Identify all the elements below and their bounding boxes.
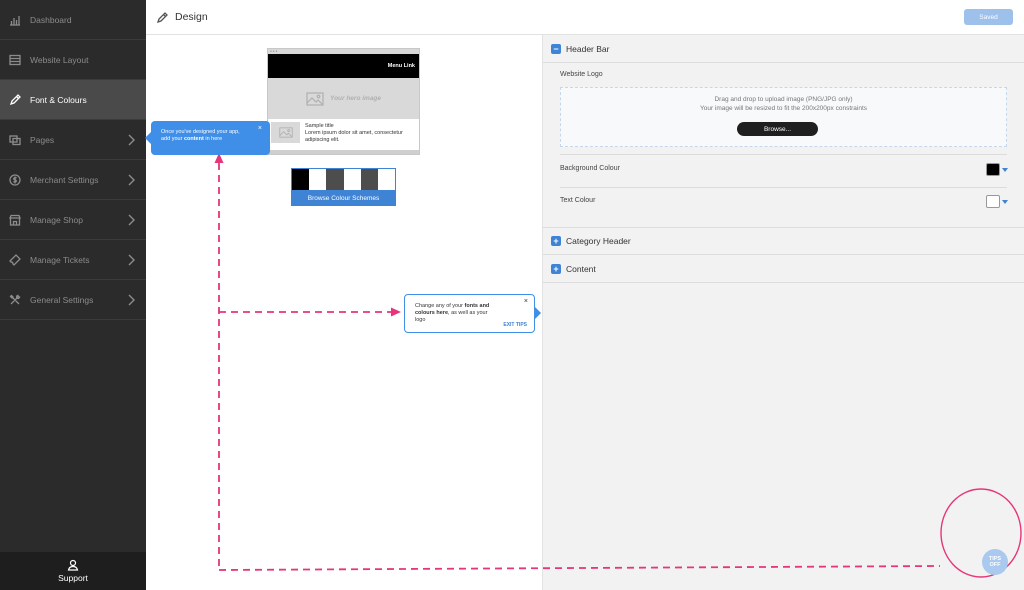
background-colour-picker[interactable] bbox=[986, 163, 1000, 176]
sidebar: Dashboard Website Layout Font & Colours … bbox=[0, 0, 146, 590]
tip-text: add your bbox=[161, 136, 184, 142]
browse-button[interactable]: Browse... bbox=[737, 122, 818, 136]
pencil-icon bbox=[9, 93, 21, 106]
text-colour-label: Text Colour bbox=[560, 197, 596, 204]
colour-swatch[interactable] bbox=[343, 169, 361, 190]
background-colour-label: Background Colour bbox=[560, 165, 620, 172]
section-content[interactable]: + Content bbox=[543, 255, 1024, 283]
tip-text-bold: fonts and bbox=[464, 303, 490, 309]
settings-panel: − Header Bar Website Logo Drag and drop … bbox=[542, 35, 1024, 590]
tip-pointer bbox=[535, 307, 541, 319]
dropzone-instructions: Drag and drop to upload image (PNG/JPG o… bbox=[714, 96, 853, 103]
sidebar-item-font-colours[interactable]: Font & Colours bbox=[0, 80, 146, 120]
chevron-right-icon bbox=[126, 253, 136, 267]
colour-swatch[interactable] bbox=[326, 169, 344, 190]
section-title: Category Header bbox=[566, 236, 631, 246]
sidebar-item-label: Merchant Settings bbox=[30, 174, 99, 185]
dollar-icon bbox=[9, 173, 21, 186]
tips-off-button[interactable]: TIPS OFF bbox=[982, 549, 1008, 575]
sidebar-item-label: General Settings bbox=[30, 294, 94, 305]
pages-icon bbox=[9, 134, 21, 146]
chevron-right-icon bbox=[126, 213, 136, 227]
close-icon[interactable]: × bbox=[258, 125, 262, 132]
page-title: Design bbox=[175, 11, 208, 23]
sidebar-item-label: Pages bbox=[30, 134, 55, 145]
collapse-icon[interactable]: − bbox=[551, 43, 561, 54]
preview-card-title: Sample title bbox=[305, 123, 334, 129]
colour-swatch[interactable] bbox=[309, 169, 327, 190]
sidebar-item-label: Website Layout bbox=[30, 54, 89, 65]
tip-pointer bbox=[145, 132, 151, 144]
tip-text-bold: colours here bbox=[415, 310, 449, 316]
sidebar-item-dashboard[interactable]: Dashboard bbox=[0, 0, 146, 40]
shop-icon bbox=[9, 214, 21, 226]
section-title: Header Bar bbox=[566, 43, 610, 54]
tip-text: Once you've designed your app, bbox=[161, 129, 240, 135]
sidebar-item-label: Font & Colours bbox=[30, 94, 87, 105]
chevron-down-icon[interactable] bbox=[1002, 200, 1008, 204]
preview-card-thumbnail bbox=[271, 122, 300, 143]
sidebar-item-label: Manage Shop bbox=[30, 214, 83, 225]
tip-content-callout: × Once you've designed your app, add you… bbox=[145, 121, 270, 155]
preview-content-card: Sample title Lorem ipsum dolor sit amet,… bbox=[268, 119, 419, 150]
website-logo-label: Website Logo bbox=[560, 71, 603, 78]
sidebar-item-manage-shop[interactable]: Manage Shop bbox=[0, 200, 146, 240]
dropzone-constraints: Your image will be resized to fit the 20… bbox=[699, 105, 868, 112]
preview-menu-link: Menu Link bbox=[387, 63, 415, 69]
preview-card-body: Lorem ipsum dolor sit amet, consectetur … bbox=[305, 130, 403, 143]
preview-hero: Your hero image bbox=[268, 78, 419, 119]
hero-placeholder-text: Your hero image bbox=[329, 95, 382, 102]
expand-icon[interactable]: + bbox=[551, 263, 561, 274]
tip-text: in here bbox=[203, 136, 223, 142]
tips-off-label: OFF bbox=[989, 562, 1001, 568]
chevron-down-icon[interactable] bbox=[1002, 168, 1008, 172]
sidebar-item-label: Dashboard bbox=[30, 14, 72, 25]
ticket-icon bbox=[9, 253, 21, 266]
preview-header-bar[interactable]: Menu Link bbox=[268, 54, 419, 78]
browse-colour-schemes-button[interactable]: Browse Colour Schemes bbox=[292, 190, 395, 206]
colour-swatch[interactable] bbox=[377, 169, 396, 190]
top-bar: Design Saved bbox=[146, 0, 1024, 35]
tip-text: logo bbox=[415, 317, 426, 323]
chevron-right-icon bbox=[126, 293, 136, 307]
chevron-right-icon bbox=[126, 173, 136, 187]
support-label: Support bbox=[58, 573, 88, 583]
colour-swatch[interactable] bbox=[292, 169, 310, 190]
dashboard-icon bbox=[9, 14, 21, 26]
tip-fonts-callout: × Change any of your fonts and colours h… bbox=[404, 294, 541, 333]
text-colour-picker[interactable] bbox=[986, 195, 1000, 208]
saved-button[interactable]: Saved bbox=[964, 9, 1013, 25]
section-category-header[interactable]: + Category Header bbox=[543, 227, 1024, 255]
user-icon bbox=[67, 559, 79, 571]
divider bbox=[560, 187, 1007, 188]
tools-icon bbox=[9, 294, 21, 306]
section-title: Content bbox=[566, 263, 596, 274]
expand-icon[interactable]: + bbox=[551, 236, 561, 246]
app-preview[interactable]: ●●● Menu Link Your hero image Sample tit… bbox=[267, 48, 420, 155]
tip-text-bold: content bbox=[183, 136, 204, 142]
support-button[interactable]: Support bbox=[0, 552, 146, 590]
exit-tips-link[interactable]: EXIT TIPS bbox=[503, 322, 527, 329]
preview-footer bbox=[268, 150, 419, 154]
sidebar-item-website-layout[interactable]: Website Layout bbox=[0, 40, 146, 80]
close-icon[interactable]: × bbox=[524, 298, 528, 305]
colour-swatches bbox=[292, 169, 396, 190]
image-icon bbox=[278, 127, 293, 138]
sidebar-item-label: Manage Tickets bbox=[30, 254, 90, 265]
tip-text: , as well as your bbox=[448, 310, 488, 316]
layout-icon bbox=[9, 54, 21, 66]
image-icon bbox=[306, 91, 324, 106]
tip-text: Change any of your bbox=[415, 303, 465, 309]
sidebar-item-merchant-settings[interactable]: Merchant Settings bbox=[0, 160, 146, 200]
colour-scheme-picker[interactable]: Browse Colour Schemes bbox=[291, 168, 396, 206]
logo-dropzone[interactable]: Drag and drop to upload image (PNG/JPG o… bbox=[560, 87, 1007, 147]
sidebar-item-general-settings[interactable]: General Settings bbox=[0, 280, 146, 320]
colour-swatch[interactable] bbox=[360, 169, 378, 190]
sidebar-item-manage-tickets[interactable]: Manage Tickets bbox=[0, 240, 146, 280]
pencil-icon bbox=[156, 11, 168, 24]
section-header-bar[interactable]: − Header Bar bbox=[543, 35, 1024, 63]
divider bbox=[560, 154, 1007, 155]
sidebar-item-pages[interactable]: Pages bbox=[0, 120, 146, 160]
chevron-right-icon bbox=[126, 133, 136, 147]
